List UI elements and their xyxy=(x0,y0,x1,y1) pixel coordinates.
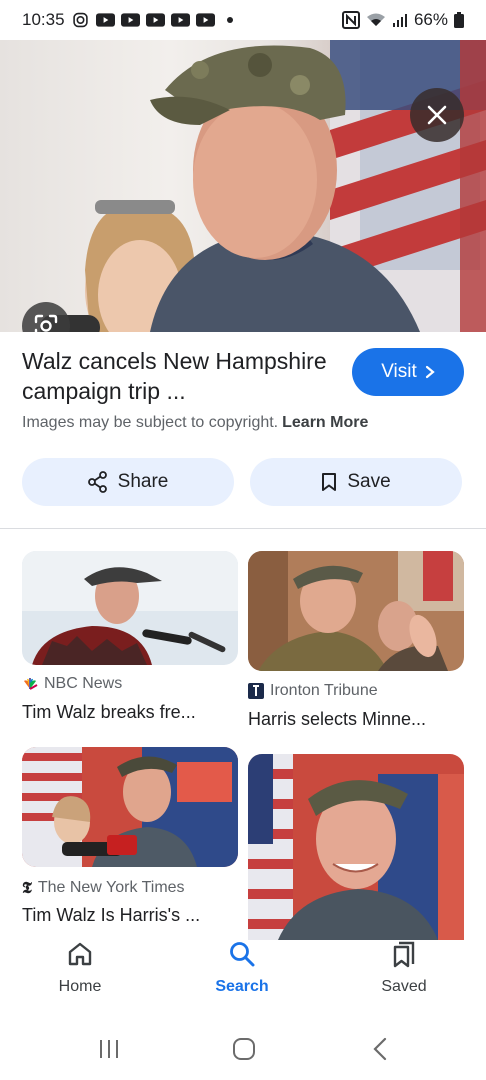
result-photo xyxy=(22,747,238,867)
save-button[interactable]: Save xyxy=(250,458,462,506)
nyt-icon: 𝕿 xyxy=(22,878,32,897)
share-icon xyxy=(87,471,107,493)
close-button[interactable] xyxy=(410,88,464,142)
recent-apps-icon[interactable] xyxy=(98,1038,120,1060)
lens-icon xyxy=(34,314,58,332)
battery-icon xyxy=(454,12,464,28)
save-label: Save xyxy=(347,471,391,492)
result-title[interactable]: Tim Walz Is Harris's ... xyxy=(22,905,200,926)
nav-saved[interactable]: Saved xyxy=(344,940,464,996)
youtube-icon xyxy=(120,13,140,27)
result-title[interactable]: Harris selects Minne... xyxy=(248,709,426,730)
preview-photo xyxy=(40,40,486,332)
status-bar: 10:35 66% xyxy=(0,0,486,40)
result-photo xyxy=(22,551,238,665)
result-photo xyxy=(248,551,464,671)
search-icon xyxy=(230,942,255,967)
instagram-icon xyxy=(72,12,88,28)
youtube-icon xyxy=(195,13,215,27)
nav-home[interactable]: Home xyxy=(20,940,140,996)
result-source: NBC News xyxy=(22,675,122,693)
visit-label: Visit xyxy=(381,361,417,382)
system-navigation-bar xyxy=(0,1020,486,1080)
bookmark-icon xyxy=(322,473,337,491)
nav-search-label: Search xyxy=(215,978,269,995)
nav-saved-label: Saved xyxy=(381,978,427,995)
result-source: 𝕿 The New York Times xyxy=(22,878,185,898)
back-icon[interactable] xyxy=(372,1037,388,1061)
saved-icon xyxy=(393,941,415,968)
share-button[interactable]: Share xyxy=(22,458,234,506)
preview-image[interactable] xyxy=(0,40,486,332)
close-icon xyxy=(427,105,447,125)
youtube-icon xyxy=(95,13,115,27)
battery-percent: 66% xyxy=(413,10,448,29)
section-divider xyxy=(0,528,486,529)
result-photo xyxy=(248,754,464,940)
result-image[interactable] xyxy=(22,747,238,867)
copyright-text: Images may be subject to copyright. xyxy=(22,414,279,431)
ironton-tribune-icon xyxy=(248,683,264,699)
source-name: The New York Times xyxy=(37,879,185,896)
status-right: 66% xyxy=(341,10,464,30)
status-time: 10:35 xyxy=(22,10,65,29)
copyright-notice: Images may be subject to copyright. Learn… xyxy=(22,414,368,432)
home-icon xyxy=(68,942,92,966)
nav-home-label: Home xyxy=(58,978,102,995)
nav-search[interactable]: Search xyxy=(182,940,302,996)
share-label: Share xyxy=(117,471,169,492)
learn-more-link[interactable]: Learn More xyxy=(282,414,368,431)
nfc-icon xyxy=(341,11,360,29)
notification-dot xyxy=(226,17,233,23)
nbc-peacock-icon xyxy=(24,678,38,690)
visit-button[interactable]: Visit xyxy=(352,348,464,396)
result-image[interactable] xyxy=(248,551,464,671)
home-nav-icon[interactable] xyxy=(232,1037,256,1061)
source-name: Ironton Tribune xyxy=(270,682,378,699)
source-name: NBC News xyxy=(44,675,123,692)
result-image[interactable] xyxy=(22,551,238,665)
youtube-icon xyxy=(145,13,165,27)
preview-title[interactable]: Walz cancels New Hampshire campaign trip… xyxy=(22,346,342,406)
chevron-right-icon xyxy=(425,365,435,379)
wifi-icon xyxy=(366,13,385,26)
bottom-navigation: Home Search Saved xyxy=(0,940,486,1020)
status-left: 10:35 xyxy=(22,10,233,30)
youtube-icon xyxy=(170,13,190,27)
result-source: Ironton Tribune xyxy=(248,682,378,700)
signal-icon xyxy=(392,14,407,27)
result-image[interactable] xyxy=(248,754,464,940)
result-title[interactable]: Tim Walz breaks fre... xyxy=(22,702,196,723)
